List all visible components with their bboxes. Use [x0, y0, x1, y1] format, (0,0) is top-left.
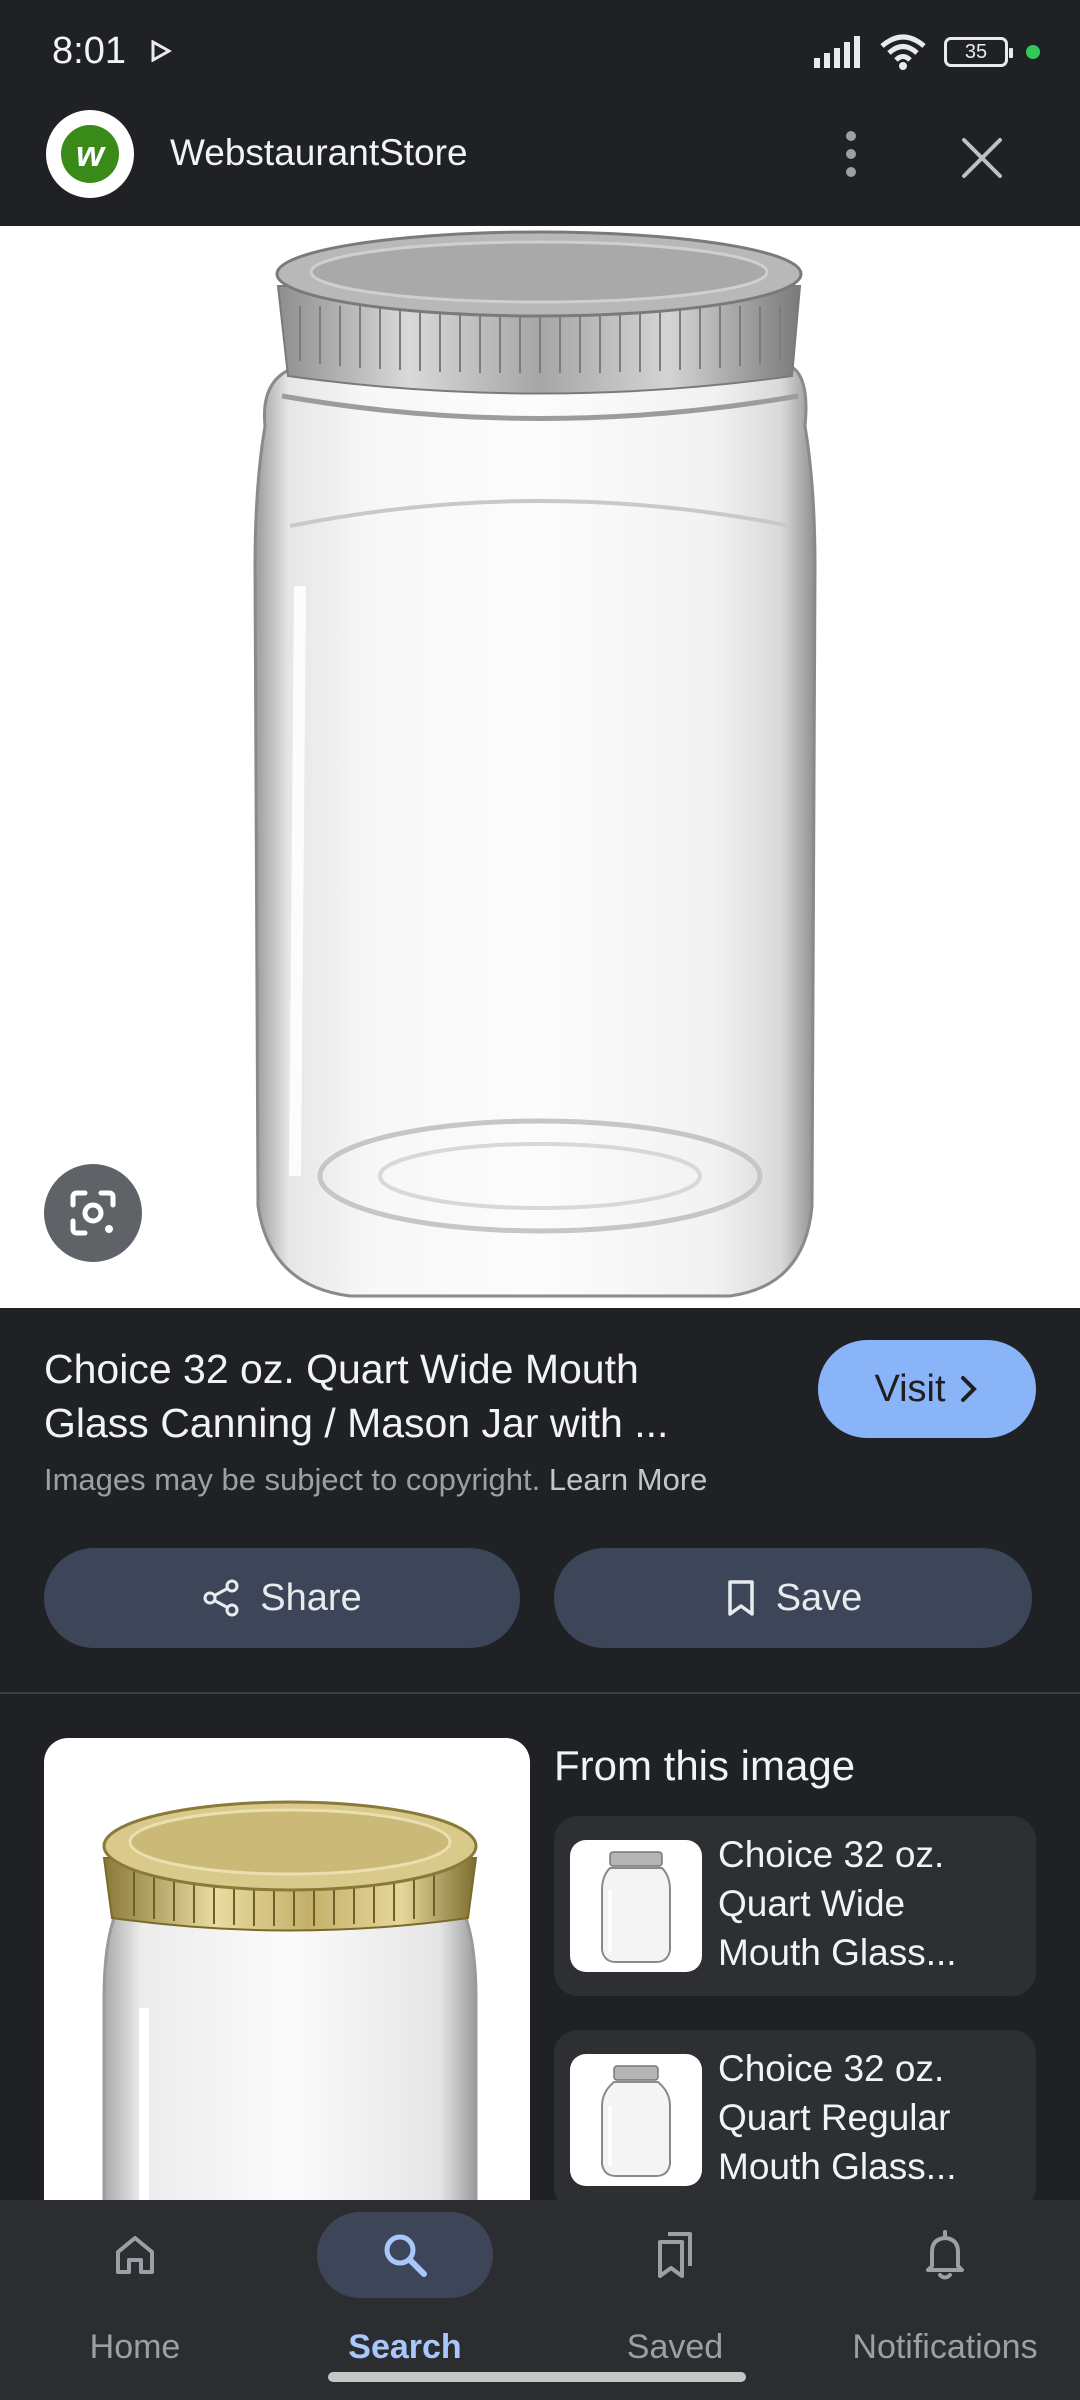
chevron-right-icon [960, 1376, 977, 1402]
nav-home[interactable]: Home [0, 2200, 270, 2400]
home-icon [116, 2236, 154, 2274]
search-icon [384, 2234, 427, 2277]
google-lens-icon [70, 1190, 116, 1236]
privacy-dot-icon [1026, 45, 1040, 59]
status-bar: 8:01 35 [0, 0, 1080, 100]
nav-search-icon-wrap [317, 2212, 493, 2298]
copyright-text: Images may be subject to copyright. [44, 1462, 549, 1497]
nav-home-icon-wrap [47, 2212, 223, 2298]
save-button[interactable]: Save [554, 1548, 1032, 1648]
share-icon [203, 1579, 239, 1617]
google-lens-button[interactable] [44, 1164, 142, 1262]
related-product-card[interactable]: Choice 32 oz. Quart Regular Mouth Glass.… [554, 2030, 1036, 2210]
saved-collections-icon [658, 2232, 692, 2278]
copyright-notice: Images may be subject to copyright. Lear… [44, 1462, 707, 1498]
nav-home-label: Home [89, 2328, 181, 2366]
product-thumbnail [570, 1840, 702, 1972]
nav-search[interactable]: Search [270, 2200, 540, 2400]
visit-button[interactable]: Visit [818, 1340, 1036, 1438]
related-product-title: Choice 32 oz. Quart Wide Mouth Glass... [718, 1834, 957, 1973]
nav-saved-icon-wrap [587, 2212, 763, 2298]
save-label: Save [775, 1576, 863, 1619]
site-logo: w [46, 110, 134, 198]
page: 8:01 35 w WebstaurantStore Choice 32 oz.… [0, 0, 1080, 2400]
bell-icon [926, 2230, 964, 2280]
mason-jar-image [253, 230, 817, 1298]
nav-search-label: Search [348, 2328, 462, 2366]
jar-thumbnail-image [601, 2065, 671, 2177]
nav-notifications-icon-wrap [857, 2212, 1033, 2298]
product-thumbnail [570, 2054, 702, 2186]
bottom-navigation: Home Search Saved Notifications [0, 2200, 1080, 2400]
from-this-image-heading: From this image [554, 1742, 856, 1789]
wifi-icon [880, 34, 926, 70]
nav-saved[interactable]: Saved [540, 2200, 810, 2400]
site-logo-letter: w [61, 125, 119, 183]
related-image-card[interactable] [44, 1738, 530, 2218]
share-button[interactable]: Share [44, 1548, 520, 1648]
status-time: 8:01 [52, 30, 126, 72]
gold-lid-jar-image [102, 1800, 478, 2218]
home-indicator[interactable] [328, 2372, 746, 2382]
more-vert-icon[interactable] [826, 126, 876, 182]
result-title[interactable]: Choice 32 oz. Quart Wide Mouth Glass Can… [44, 1342, 764, 1450]
section-divider [0, 1692, 1080, 1694]
battery-icon: 35 [944, 37, 1013, 67]
related-product-title: Choice 32 oz. Quart Regular Mouth Glass.… [718, 2048, 957, 2187]
jar-thumbnail-image [601, 1851, 671, 1963]
hero-image[interactable] [0, 226, 1080, 1308]
close-icon[interactable] [954, 130, 1010, 186]
nav-saved-label: Saved [626, 2328, 724, 2366]
nav-notifications-label: Notifications [852, 2328, 1038, 2366]
site-title[interactable]: WebstaurantStore [170, 132, 468, 174]
learn-more-link[interactable]: Learn More [549, 1462, 708, 1497]
related-product-card[interactable]: Choice 32 oz. Quart Wide Mouth Glass... [554, 1816, 1036, 1996]
status-icons: 35 [812, 34, 1040, 70]
share-label: Share [260, 1576, 362, 1619]
bookmark-icon [727, 1580, 754, 1616]
result-info: Choice 32 oz. Quart Wide Mouth Glass Can… [0, 1308, 1080, 1694]
nav-notifications[interactable]: Notifications [810, 2200, 1080, 2400]
signal-icon [814, 36, 860, 68]
app-header: w WebstaurantStore [0, 100, 1080, 226]
play-store-notification-icon [151, 40, 172, 62]
visit-label: Visit [874, 1367, 946, 1410]
